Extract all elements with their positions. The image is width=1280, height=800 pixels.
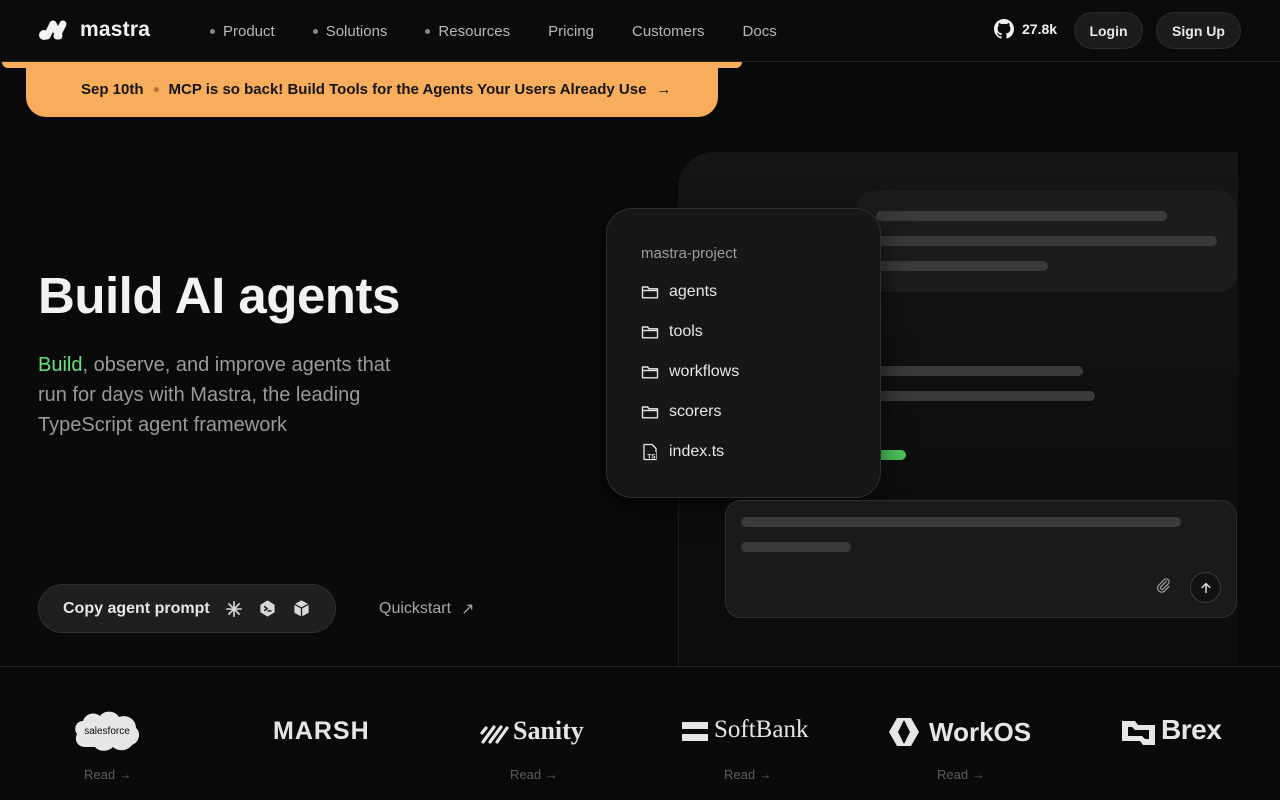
folder-icon bbox=[641, 406, 659, 419]
dot-icon bbox=[210, 28, 215, 34]
nav-item-product[interactable]: Product bbox=[210, 23, 275, 40]
file-tree-item-workflows[interactable]: workflows bbox=[641, 363, 739, 381]
github-stars-count: 27.8k bbox=[1022, 21, 1058, 37]
softbank-logo: SoftBank bbox=[714, 716, 809, 743]
file-tree-label: workflows bbox=[669, 363, 740, 380]
nav-item-customers[interactable]: Customers bbox=[632, 23, 705, 40]
skeleton-line bbox=[876, 391, 1095, 401]
file-tree-item-index[interactable]: TS index.ts bbox=[641, 443, 724, 461]
chat-input-box[interactable] bbox=[725, 500, 1237, 618]
nav-item-docs[interactable]: Docs bbox=[743, 23, 777, 40]
arrow-up-icon bbox=[1200, 582, 1211, 593]
file-tree-item-scorers[interactable]: scorers bbox=[641, 403, 721, 421]
quickstart-link[interactable]: Quickstart ↗ bbox=[379, 599, 474, 619]
file-tree-item-agents[interactable]: agents bbox=[641, 283, 717, 301]
nav-item-label: Solutions bbox=[325, 22, 388, 40]
arrow-up-right-icon: ↗ bbox=[461, 601, 475, 618]
nav-item-label: Pricing bbox=[548, 22, 594, 40]
workos-hexagon-icon bbox=[889, 718, 919, 746]
cube-icon[interactable] bbox=[292, 599, 312, 619]
nav-item-label: Resources bbox=[438, 22, 511, 40]
customer-logos-strip: salesforce Read → MARSH Sanity Read → So… bbox=[0, 666, 1280, 800]
dot-icon bbox=[425, 28, 431, 34]
file-tree-label: agents bbox=[669, 283, 718, 300]
send-button[interactable] bbox=[1190, 572, 1221, 603]
sanity-logo: Sanity bbox=[513, 716, 584, 745]
hero-subtitle-highlight: Build bbox=[38, 354, 83, 376]
top-nav: mastra Product Solutions Resources Prici… bbox=[0, 0, 1280, 62]
skeleton-line bbox=[876, 211, 1167, 221]
github-icon bbox=[994, 19, 1014, 39]
file-tree-item-tools[interactable]: tools bbox=[641, 323, 703, 341]
dot-icon bbox=[312, 28, 318, 34]
claude-icon[interactable] bbox=[224, 599, 244, 619]
brex-mark-icon bbox=[1122, 721, 1155, 745]
read-story-link[interactable]: Read → bbox=[937, 767, 985, 782]
copy-button-label: Copy agent prompt bbox=[63, 599, 210, 617]
file-tree-label: scorers bbox=[669, 403, 722, 420]
brand-name: mastra bbox=[80, 18, 151, 41]
hero-title: Build AI agents bbox=[38, 267, 400, 324]
workos-logo: WorkOS bbox=[929, 717, 1032, 747]
salesforce-logo: salesforce bbox=[75, 711, 140, 751]
mastra-logo-icon bbox=[39, 20, 67, 40]
sanity-slash-icon bbox=[480, 725, 509, 744]
banner-message: MCP is so back! Build Tools for the Agen… bbox=[168, 81, 647, 98]
read-story-link[interactable]: Read → bbox=[84, 767, 132, 782]
skeleton-line bbox=[876, 261, 1048, 271]
paperclip-icon[interactable] bbox=[1154, 576, 1174, 596]
folder-icon bbox=[641, 326, 659, 339]
signup-button[interactable]: Sign Up bbox=[1156, 12, 1241, 49]
banner-date: Sep 10th bbox=[81, 81, 144, 98]
codex-icon[interactable] bbox=[258, 599, 278, 619]
nav-links: Product Solutions Resources Pricing Cust… bbox=[210, 0, 815, 62]
file-tree-label: tools bbox=[669, 323, 703, 340]
github-stars-link[interactable]: 27.8k bbox=[994, 19, 1057, 39]
svg-text:TS: TS bbox=[647, 454, 656, 461]
quickstart-label: Quickstart bbox=[379, 600, 452, 617]
banner-corner bbox=[716, 62, 742, 68]
arrow-right-icon: → bbox=[656, 81, 672, 98]
nav-item-resources[interactable]: Resources bbox=[425, 23, 510, 40]
softbank-bars-icon bbox=[682, 722, 708, 741]
banner-separator bbox=[153, 87, 159, 92]
typescript-file-icon: TS bbox=[643, 443, 657, 461]
brex-logo: Brex bbox=[1161, 714, 1222, 745]
copy-agent-prompt-button[interactable]: Copy agent prompt bbox=[38, 584, 336, 633]
project-name: mastra-project bbox=[641, 245, 737, 262]
hero-subtitle: Build, observe, and improve agents that … bbox=[38, 350, 418, 440]
nav-item-solutions[interactable]: Solutions bbox=[312, 22, 388, 40]
skeleton-line bbox=[876, 236, 1217, 246]
nav-item-label: Customers bbox=[631, 22, 705, 40]
folder-icon bbox=[641, 366, 659, 379]
project-file-tree: mastra-project agents tools workflows sc… bbox=[606, 208, 881, 498]
marsh-logo: MARSH bbox=[273, 717, 370, 745]
announcement-banner[interactable]: Sep 10th MCP is so back! Build Tools for… bbox=[26, 62, 718, 117]
banner-corner bbox=[2, 62, 28, 68]
nav-item-pricing[interactable]: Pricing bbox=[548, 23, 594, 40]
read-story-link[interactable]: Read → bbox=[724, 767, 772, 782]
login-button[interactable]: Login bbox=[1074, 12, 1143, 49]
salesforce-wordmark: salesforce bbox=[84, 726, 130, 737]
read-story-link[interactable]: Read → bbox=[510, 767, 558, 782]
nav-item-label: Product bbox=[223, 22, 275, 40]
skeleton-line bbox=[741, 517, 1181, 527]
hero-subtitle-text: , observe, and improve agents that run f… bbox=[38, 354, 391, 436]
folder-icon bbox=[641, 286, 659, 299]
agent-tool-icons bbox=[224, 599, 312, 619]
file-tree-label: index.ts bbox=[669, 443, 725, 460]
nav-item-label: Docs bbox=[742, 22, 777, 40]
skeleton-line bbox=[741, 542, 851, 552]
skeleton-line bbox=[876, 366, 1083, 376]
brand-logo[interactable]: mastra bbox=[38, 18, 150, 42]
